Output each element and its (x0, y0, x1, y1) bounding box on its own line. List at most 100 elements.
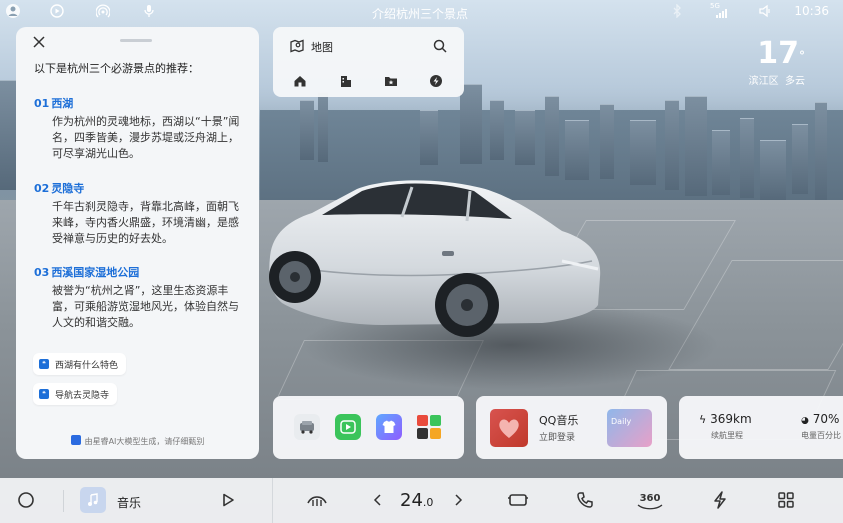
temperature-value: 17 (757, 36, 799, 71)
battery-block: ◕ 70% 电量百分比 (801, 412, 841, 441)
home-icon[interactable] (293, 73, 309, 89)
phone-icon[interactable] (575, 490, 595, 510)
map-title: 地图 (311, 41, 333, 54)
spot-heading: 03 西溪国家湿地公园 (34, 264, 248, 280)
temperature-integer: 24 (400, 490, 423, 511)
building (490, 100, 504, 160)
volume-icon[interactable] (756, 2, 774, 20)
app-grid-icon[interactable] (776, 490, 796, 510)
ai-intro-text: 以下是杭州三个必游景点的推荐： (34, 62, 199, 75)
company-icon[interactable] (339, 73, 355, 89)
favorite-folder-icon[interactable] (384, 73, 400, 89)
spot-description: 作为杭州的灵魂地标，西湖以“十景”闻名，四季皆美，漫步苏堤或泛舟湖上，可尽享湖光… (52, 115, 240, 160)
daily-label: Daily (611, 417, 632, 426)
weather-widget[interactable]: 17° 滨江区 多云 (749, 38, 805, 88)
building (420, 110, 438, 165)
apps-card (273, 396, 464, 459)
carplay-icon[interactable] (48, 2, 66, 20)
spot-number: 01 (34, 97, 50, 110)
building (318, 92, 328, 162)
theme-store-app-icon[interactable] (376, 414, 402, 440)
status-bar: 介绍杭州三个景点 5G 10:36 (0, 0, 843, 24)
suggestion-label: 导航去灵隐寺 (55, 390, 110, 401)
play-button[interactable] (218, 490, 238, 510)
building (545, 96, 559, 176)
ai-logo-icon (70, 435, 81, 445)
spot-heading: 01 西湖 (34, 95, 248, 111)
spot-description: 被誉为“杭州之肾”，这里生态资源丰富，可乘船游览湿地风光，体验自然与人文的和谐交… (52, 284, 239, 329)
battery-pie-icon: ◕ (801, 416, 809, 426)
view-360-icon[interactable]: 360 (636, 490, 664, 510)
search-icon[interactable] (432, 38, 448, 54)
building (460, 84, 482, 164)
car-model[interactable] (262, 165, 607, 360)
car-settings-app-icon[interactable] (294, 414, 320, 440)
divider (63, 490, 64, 512)
ai-assistant-panel: 以下是杭州三个必游景点的推荐： 01 西湖 作为杭州的灵魂地标，西湖以“十景”闻名… (16, 27, 259, 459)
quote-icon: ❝ (39, 359, 49, 369)
spot-name: 西溪国家湿地公园 (51, 266, 140, 279)
spot-name: 灵隐寺 (51, 182, 85, 195)
weather-temperature: 17° (749, 38, 805, 70)
battery-label: 电量百分比 (801, 431, 841, 440)
bolt-icon: ϟ (699, 413, 707, 426)
energy-icon[interactable] (710, 490, 730, 510)
close-icon[interactable] (32, 35, 50, 53)
dock-separator (272, 478, 273, 523)
microphone-icon[interactable] (140, 2, 158, 20)
charging-icon[interactable] (429, 73, 445, 89)
range-block: ϟ 369km 续航里程 (699, 412, 752, 441)
battery-value: 70% (812, 412, 840, 426)
spot-name: 西湖 (51, 97, 74, 110)
music-login-link[interactable]: 立即登录 (539, 430, 575, 443)
quote-icon: ❝ (39, 389, 49, 399)
building (685, 96, 707, 196)
album-cover[interactable] (490, 409, 528, 447)
spot-item: 01 西湖 作为杭州的灵魂地标，西湖以“十景”闻名，四季皆美，漫步苏堤或泛舟湖上，… (34, 95, 248, 162)
drag-handle[interactable] (120, 39, 152, 42)
spot-item: 02 灵隐寺 千年古刹灵隐寺，背靠北高峰，面朝飞来峰，寺内香火鼎盛，环境清幽，是感… (34, 180, 248, 247)
weather-location: 滨江区 多云 (749, 72, 805, 87)
building (740, 118, 754, 198)
ai-disclaimer-text: 由星睿AI大模型生成，请仔细甄别 (84, 437, 205, 446)
seat-icon[interactable] (506, 490, 530, 510)
daily-playlist-cover[interactable]: Daily (607, 409, 652, 447)
spot-description: 千年古刹灵隐寺，背靠北高峰，面朝飞来峰，寺内香火鼎盛，环境清幽，是感受禅意与历史… (52, 200, 239, 245)
media-label: 音乐 (117, 496, 142, 510)
range-value: 369km (710, 412, 752, 426)
weather-district: 滨江区 (748, 76, 779, 87)
bluetooth-icon (668, 2, 686, 20)
carplay-app-icon[interactable] (335, 414, 361, 440)
climate-temperature: 24.0 (400, 490, 433, 511)
rear-defrost-icon[interactable] (305, 490, 329, 510)
building (712, 130, 730, 195)
vehicle-status-card[interactable]: ϟ 369km 续航里程 ◕ 70% 电量百分比 (679, 396, 843, 459)
temp-decrease-button[interactable] (370, 490, 384, 510)
home-circle-button[interactable] (16, 490, 36, 510)
status-title: 介绍杭州三个景点 (371, 7, 468, 21)
app-folder-icon[interactable] (416, 414, 442, 440)
building (815, 102, 827, 202)
range-value-row: ϟ 369km (699, 412, 752, 426)
avatar-icon[interactable] (4, 2, 22, 20)
music-card[interactable]: QQ音乐 立即登录 Daily (476, 396, 667, 459)
building (665, 100, 679, 190)
suggestion-chip[interactable]: ❝ 导航去灵隐寺 (33, 383, 118, 405)
spot-number: 03 (34, 266, 50, 279)
network-type: 5G (710, 2, 720, 10)
building (760, 140, 786, 200)
spot-heading: 02 灵隐寺 (34, 180, 248, 196)
suggestion-label: 西湖有什么特色 (55, 360, 119, 371)
building (792, 124, 808, 194)
bottom-dock: 音乐 24.0 360 (0, 478, 843, 523)
range-label: 续航里程 (711, 431, 743, 440)
temp-increase-button[interactable] (452, 490, 466, 510)
view-360-label: 360 (639, 492, 661, 504)
building (300, 100, 314, 160)
map-card[interactable]: 地图 (273, 27, 464, 97)
suggestion-chip[interactable]: ❝ 西湖有什么特色 (33, 353, 127, 375)
degree-symbol: ° (799, 49, 805, 63)
music-note-icon[interactable] (80, 487, 106, 513)
hotspot-icon[interactable] (94, 2, 112, 20)
temperature-decimal: .0 (422, 496, 434, 509)
